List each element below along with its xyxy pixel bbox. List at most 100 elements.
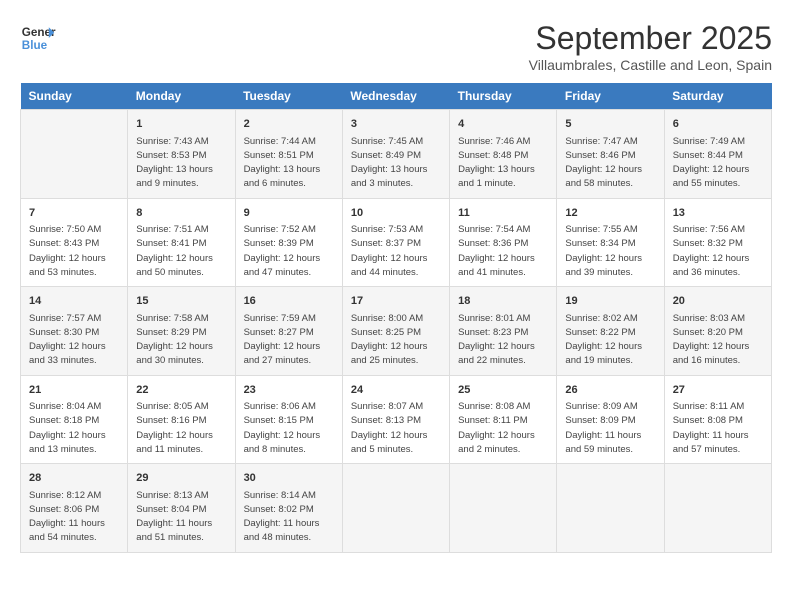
day-info: Sunrise: 8:05 AM Sunset: 8:16 PM Dayligh… [136,400,226,457]
day-number: 26 [565,382,655,399]
calendar-day-cell: 15Sunrise: 7:58 AM Sunset: 8:29 PM Dayli… [128,287,235,376]
calendar-day-cell [664,464,771,553]
calendar-day-cell: 17 Sunrise: 8:00 AM Sunset: 8:25 PM Dayli… [342,287,449,376]
day-number: 23 [244,382,334,399]
calendar-day-cell: 20 Sunrise: 8:03 AM Sunset: 8:20 PM Dayli… [664,287,771,376]
day-info: Sunrise: 7:44 AM Sunset: 8:51 PM Dayligh… [244,135,334,192]
day-number: 5 [565,116,655,133]
day-info: Sunrise: 7:58 AM Sunset: 8:29 PM Dayligh… [136,312,226,369]
day-info: Sunrise: 7:45 AM Sunset: 8:49 PM Dayligh… [351,135,441,192]
day-number: 1 [136,116,226,133]
calendar-body: 1 Sunrise: 7:43 AM Sunset: 8:53 PM Daylig… [21,110,772,553]
calendar-week-row: 28 Sunrise: 8:12 AM Sunset: 8:06 PM Dayli… [21,464,772,553]
day-number: 20 [673,293,763,310]
calendar-day-cell: 11Sunrise: 7:54 AM Sunset: 8:36 PM Dayli… [450,198,557,287]
calendar-day-cell [21,110,128,199]
weekday-header-cell: Saturday [664,83,771,110]
logo: General Blue [20,20,56,56]
day-info: Sunrise: 8:08 AM Sunset: 8:11 PM Dayligh… [458,400,548,457]
calendar-day-cell: 1 Sunrise: 7:43 AM Sunset: 8:53 PM Daylig… [128,110,235,199]
calendar-day-cell: 3Sunrise: 7:45 AM Sunset: 8:49 PM Daylig… [342,110,449,199]
day-info: Sunrise: 8:06 AM Sunset: 8:15 PM Dayligh… [244,400,334,457]
calendar-day-cell: 13Sunrise: 7:56 AM Sunset: 8:32 PM Dayli… [664,198,771,287]
day-number: 28 [29,470,119,487]
calendar-day-cell: 7Sunrise: 7:50 AM Sunset: 8:43 PM Daylig… [21,198,128,287]
calendar-day-cell: 4 Sunrise: 7:46 AM Sunset: 8:48 PM Daylig… [450,110,557,199]
calendar-day-cell: 18Sunrise: 8:01 AM Sunset: 8:23 PM Dayli… [450,287,557,376]
calendar-day-cell: 10Sunrise: 7:53 AM Sunset: 8:37 PM Dayli… [342,198,449,287]
calendar-week-row: 1 Sunrise: 7:43 AM Sunset: 8:53 PM Daylig… [21,110,772,199]
logo-icon: General Blue [20,20,56,56]
page-subtitle: Villaumbrales, Castille and Leon, Spain [529,57,772,73]
calendar-day-cell [342,464,449,553]
calendar-day-cell: 9Sunrise: 7:52 AM Sunset: 8:39 PM Daylig… [235,198,342,287]
day-info: Sunrise: 7:50 AM Sunset: 8:43 PM Dayligh… [29,223,119,280]
calendar-week-row: 7Sunrise: 7:50 AM Sunset: 8:43 PM Daylig… [21,198,772,287]
day-number: 11 [458,205,548,222]
day-info: Sunrise: 7:54 AM Sunset: 8:36 PM Dayligh… [458,223,548,280]
day-info: Sunrise: 7:52 AM Sunset: 8:39 PM Dayligh… [244,223,334,280]
day-info: Sunrise: 7:47 AM Sunset: 8:46 PM Dayligh… [565,135,655,192]
day-info: Sunrise: 8:01 AM Sunset: 8:23 PM Dayligh… [458,312,548,369]
day-number: 21 [29,382,119,399]
calendar-day-cell: 8Sunrise: 7:51 AM Sunset: 8:41 PM Daylig… [128,198,235,287]
day-info: Sunrise: 8:12 AM Sunset: 8:06 PM Dayligh… [29,489,119,546]
day-info: Sunrise: 8:00 AM Sunset: 8:25 PM Dayligh… [351,312,441,369]
calendar-day-cell: 27Sunrise: 8:11 AM Sunset: 8:08 PM Dayli… [664,375,771,464]
calendar-day-cell: 23Sunrise: 8:06 AM Sunset: 8:15 PM Dayli… [235,375,342,464]
calendar-day-cell: 12Sunrise: 7:55 AM Sunset: 8:34 PM Dayli… [557,198,664,287]
day-number: 6 [673,116,763,133]
day-info: Sunrise: 7:59 AM Sunset: 8:27 PM Dayligh… [244,312,334,369]
day-number: 16 [244,293,334,310]
calendar-day-cell: 2 Sunrise: 7:44 AM Sunset: 8:51 PM Daylig… [235,110,342,199]
header: General Blue September 2025 Villaumbrale… [20,20,772,73]
day-number: 14 [29,293,119,310]
day-number: 17 [351,293,441,310]
day-info: Sunrise: 7:43 AM Sunset: 8:53 PM Dayligh… [136,135,226,192]
weekday-header-cell: Friday [557,83,664,110]
calendar-table: SundayMondayTuesdayWednesdayThursdayFrid… [20,83,772,553]
day-info: Sunrise: 7:46 AM Sunset: 8:48 PM Dayligh… [458,135,548,192]
day-info: Sunrise: 7:51 AM Sunset: 8:41 PM Dayligh… [136,223,226,280]
calendar-day-cell: 21Sunrise: 8:04 AM Sunset: 8:18 PM Dayli… [21,375,128,464]
day-number: 24 [351,382,441,399]
calendar-week-row: 14 Sunrise: 7:57 AM Sunset: 8:30 PM Dayli… [21,287,772,376]
calendar-day-cell: 14 Sunrise: 7:57 AM Sunset: 8:30 PM Dayli… [21,287,128,376]
weekday-header-cell: Thursday [450,83,557,110]
day-number: 22 [136,382,226,399]
day-info: Sunrise: 7:55 AM Sunset: 8:34 PM Dayligh… [565,223,655,280]
day-info: Sunrise: 8:04 AM Sunset: 8:18 PM Dayligh… [29,400,119,457]
day-number: 7 [29,205,119,222]
calendar-week-row: 21Sunrise: 8:04 AM Sunset: 8:18 PM Dayli… [21,375,772,464]
day-info: Sunrise: 8:02 AM Sunset: 8:22 PM Dayligh… [565,312,655,369]
day-info: Sunrise: 8:09 AM Sunset: 8:09 PM Dayligh… [565,400,655,457]
calendar-day-cell: 28 Sunrise: 8:12 AM Sunset: 8:06 PM Dayli… [21,464,128,553]
day-info: Sunrise: 7:49 AM Sunset: 8:44 PM Dayligh… [673,135,763,192]
day-number: 13 [673,205,763,222]
day-number: 10 [351,205,441,222]
day-number: 2 [244,116,334,133]
page-title: September 2025 [529,20,772,57]
calendar-day-cell: 26Sunrise: 8:09 AM Sunset: 8:09 PM Dayli… [557,375,664,464]
day-number: 4 [458,116,548,133]
calendar-day-cell: 16 Sunrise: 7:59 AM Sunset: 8:27 PM Dayli… [235,287,342,376]
calendar-day-cell: 30Sunrise: 8:14 AM Sunset: 8:02 PM Dayli… [235,464,342,553]
day-info: Sunrise: 8:13 AM Sunset: 8:04 PM Dayligh… [136,489,226,546]
day-info: Sunrise: 7:57 AM Sunset: 8:30 PM Dayligh… [29,312,119,369]
weekday-header-row: SundayMondayTuesdayWednesdayThursdayFrid… [21,83,772,110]
title-block: September 2025 Villaumbrales, Castille a… [529,20,772,73]
day-info: Sunrise: 7:53 AM Sunset: 8:37 PM Dayligh… [351,223,441,280]
day-info: Sunrise: 8:03 AM Sunset: 8:20 PM Dayligh… [673,312,763,369]
calendar-day-cell: 25Sunrise: 8:08 AM Sunset: 8:11 PM Dayli… [450,375,557,464]
day-number: 27 [673,382,763,399]
day-info: Sunrise: 8:11 AM Sunset: 8:08 PM Dayligh… [673,400,763,457]
day-number: 12 [565,205,655,222]
day-number: 19 [565,293,655,310]
day-info: Sunrise: 8:07 AM Sunset: 8:13 PM Dayligh… [351,400,441,457]
svg-text:Blue: Blue [22,39,48,52]
weekday-header-cell: Monday [128,83,235,110]
day-number: 30 [244,470,334,487]
weekday-header-cell: Tuesday [235,83,342,110]
day-number: 25 [458,382,548,399]
weekday-header-cell: Sunday [21,83,128,110]
